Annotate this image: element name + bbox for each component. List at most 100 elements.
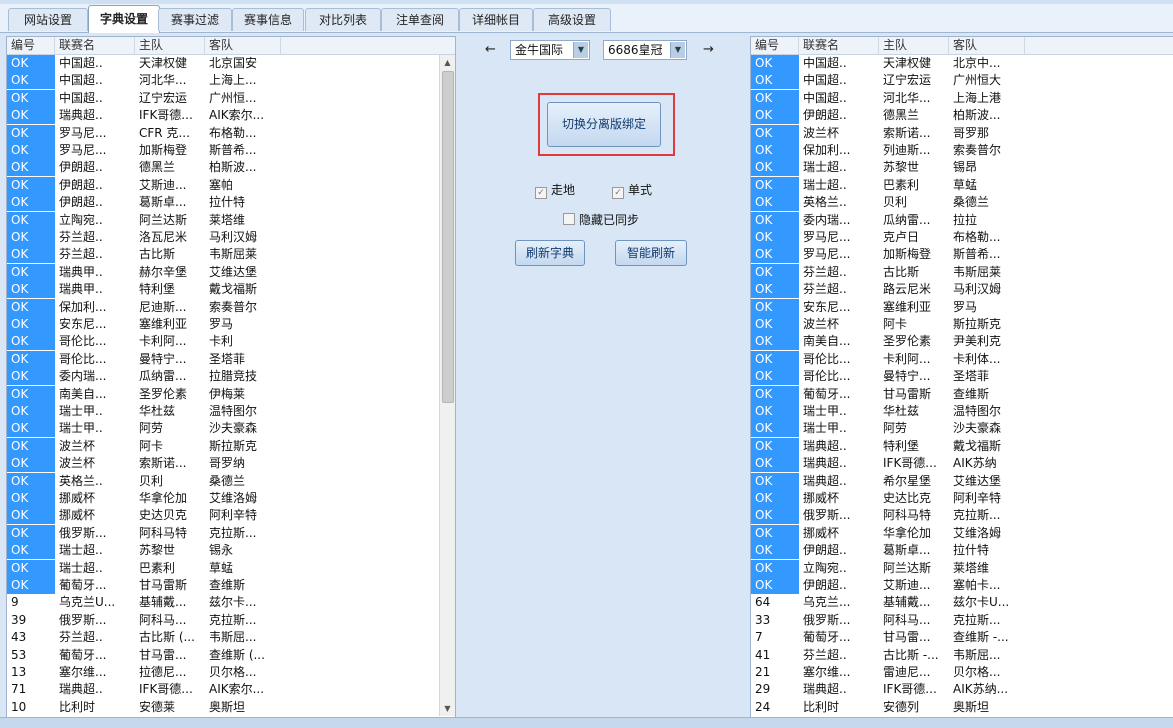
league-cell: 葡萄牙... (59, 578, 107, 592)
home-team-cell: 甘马雷... (139, 647, 187, 662)
smart-refresh-button[interactable]: 智能刷新 (615, 240, 687, 266)
id-cell: 33 (755, 612, 771, 627)
league-cell: 俄罗斯... (59, 612, 107, 627)
right-site-dictionary-table[interactable]: 编号 联赛名 主队 客队 OK 中国超.. 天津权健 北京中... OK 中国超.. 辽宁宏运 广州… (750, 36, 1173, 718)
id-cell: OK (751, 350, 799, 368)
tab-4[interactable]: 对比列表 (305, 8, 381, 31)
league-cell: 葡萄牙... (803, 386, 851, 401)
left-site-dictionary-table[interactable]: 编号 联赛名 主队 客队 OK 中国超.. 天津权健 北京国安 OK 中国超.. 河北华... 上海… (6, 36, 456, 718)
tab-1[interactable]: 字典设置 (88, 5, 160, 33)
tab-3[interactable]: 赛事信息 (232, 8, 304, 31)
id-cell: OK (751, 263, 799, 281)
column-header[interactable]: 编号 (7, 37, 55, 54)
column-header[interactable]: 联赛名 (799, 37, 879, 54)
league-cell: 中国超.. (803, 90, 847, 105)
away-team-cell: AIK索尔... (209, 682, 265, 697)
league-cell: 中国超.. (59, 73, 103, 88)
tab-0[interactable]: 网站设置 (8, 8, 88, 31)
home-team-cell: 克卢日 (883, 230, 920, 244)
site-a-select[interactable]: 金牛国际 ▼ (510, 40, 590, 60)
away-team-cell: 马利汉姆 (209, 230, 258, 244)
switch-binding-button[interactable]: 切换分离版绑定 (547, 102, 661, 147)
league-cell: 瑞士超.. (803, 160, 847, 175)
away-team-cell: 艾维达堡 (209, 264, 258, 279)
scrollbar-thumb[interactable] (442, 71, 454, 403)
column-header[interactable]: 主队 (135, 37, 205, 54)
league-cell: 挪威杯 (803, 525, 840, 540)
single-checkbox[interactable]: ✓ 单式 (612, 182, 652, 199)
checkbox-icon[interactable]: ✓ (535, 187, 547, 199)
away-team-cell: 桑德兰 (209, 473, 246, 488)
id-cell: 10 (11, 699, 27, 714)
id-cell: OK (751, 490, 799, 507)
table-header: 编号 联赛名 主队 客队 (751, 37, 1173, 55)
column-header[interactable]: 客队 (205, 37, 281, 54)
away-team-cell: 柏斯波... (953, 108, 1001, 123)
id-cell: 29 (755, 682, 771, 697)
home-team-cell: 阿科马... (139, 612, 187, 627)
away-team-cell: 索奏普尔 (953, 143, 1002, 157)
column-header[interactable]: 客队 (949, 37, 1025, 54)
id-cell: OK (7, 455, 55, 473)
hide-synced-label: 隐藏已同步 (579, 213, 640, 227)
tab-2[interactable]: 赛事过滤 (158, 8, 232, 31)
column-header[interactable]: 联赛名 (55, 37, 135, 54)
id-cell: OK (751, 194, 799, 212)
league-cell: 芬兰超.. (59, 230, 103, 244)
home-team-cell: 圣罗伦素 (139, 386, 188, 401)
single-label: 单式 (628, 183, 653, 197)
league-cell: 瑞士超.. (803, 177, 847, 192)
home-team-cell: 加斯梅登 (139, 143, 188, 157)
home-team-cell: 德黑兰 (883, 108, 920, 123)
league-cell: 芬兰超.. (803, 282, 847, 297)
id-cell: 21 (755, 665, 771, 679)
away-team-cell: 韦斯屈莱 (209, 247, 258, 262)
checkbox-icon[interactable] (563, 213, 575, 225)
walk-label: 走地 (551, 183, 576, 197)
id-cell: OK (7, 316, 55, 333)
away-team-cell: 布格勒... (953, 230, 1001, 244)
home-team-cell: 卡利阿... (139, 334, 187, 349)
walk-checkbox[interactable]: ✓ 走地 (535, 182, 575, 199)
league-cell: 立陶宛.. (803, 560, 847, 575)
chevron-down-icon[interactable]: ▼ (670, 42, 685, 58)
league-cell: 伊朗超.. (803, 543, 847, 558)
league-cell: 芬兰超.. (803, 647, 847, 662)
id-cell: OK (751, 559, 799, 577)
away-team-cell: 圣塔菲 (953, 369, 990, 384)
refresh-dictionary-button[interactable]: 刷新字典 (515, 240, 585, 266)
scroll-down-arrow-icon[interactable]: ▼ (440, 701, 455, 716)
league-cell: 塞尔维... (803, 665, 851, 679)
id-cell: OK (751, 159, 799, 177)
home-team-cell: 甘马雷斯 (883, 386, 932, 401)
away-team-cell: 上海上... (209, 73, 257, 88)
site-b-select[interactable]: 6686皇冠 ▼ (603, 40, 687, 60)
column-header[interactable]: 编号 (751, 37, 799, 54)
league-cell: 罗马尼... (59, 143, 107, 157)
league-cell: 波兰杯 (59, 456, 96, 471)
away-team-cell: 拉什特 (953, 543, 990, 558)
id-cell: OK (751, 107, 799, 125)
tab-7[interactable]: 高级设置 (533, 8, 611, 31)
away-team-cell: 兹尔卡U... (953, 595, 1010, 610)
id-cell: OK (7, 55, 55, 72)
league-cell: 瑞典超.. (803, 473, 847, 488)
chevron-down-icon[interactable]: ▼ (573, 42, 588, 58)
id-cell: OK (7, 437, 55, 455)
league-cell: 芬兰超.. (803, 264, 847, 279)
league-cell: 哥伦比... (59, 351, 107, 366)
home-team-cell: 阿兰达斯 (883, 560, 932, 575)
tab-6[interactable]: 详细帐目 (459, 8, 533, 31)
home-team-cell: 卡利阿... (883, 351, 931, 366)
home-team-cell: 葛斯卓... (139, 195, 187, 210)
home-team-cell: 基辅戴... (883, 595, 931, 610)
away-team-cell: 奥斯坦 (953, 699, 990, 714)
hide-synced-checkbox[interactable]: 隐藏已同步 (563, 212, 639, 228)
scroll-up-arrow-icon[interactable]: ▲ (440, 55, 455, 70)
league-cell: 挪威杯 (59, 508, 96, 523)
column-header[interactable]: 主队 (879, 37, 949, 54)
id-cell: OK (7, 72, 55, 90)
vertical-scrollbar[interactable]: ▲ ▼ (439, 55, 455, 716)
tab-5[interactable]: 注单查阅 (381, 8, 459, 31)
checkbox-icon[interactable]: ✓ (612, 187, 624, 199)
